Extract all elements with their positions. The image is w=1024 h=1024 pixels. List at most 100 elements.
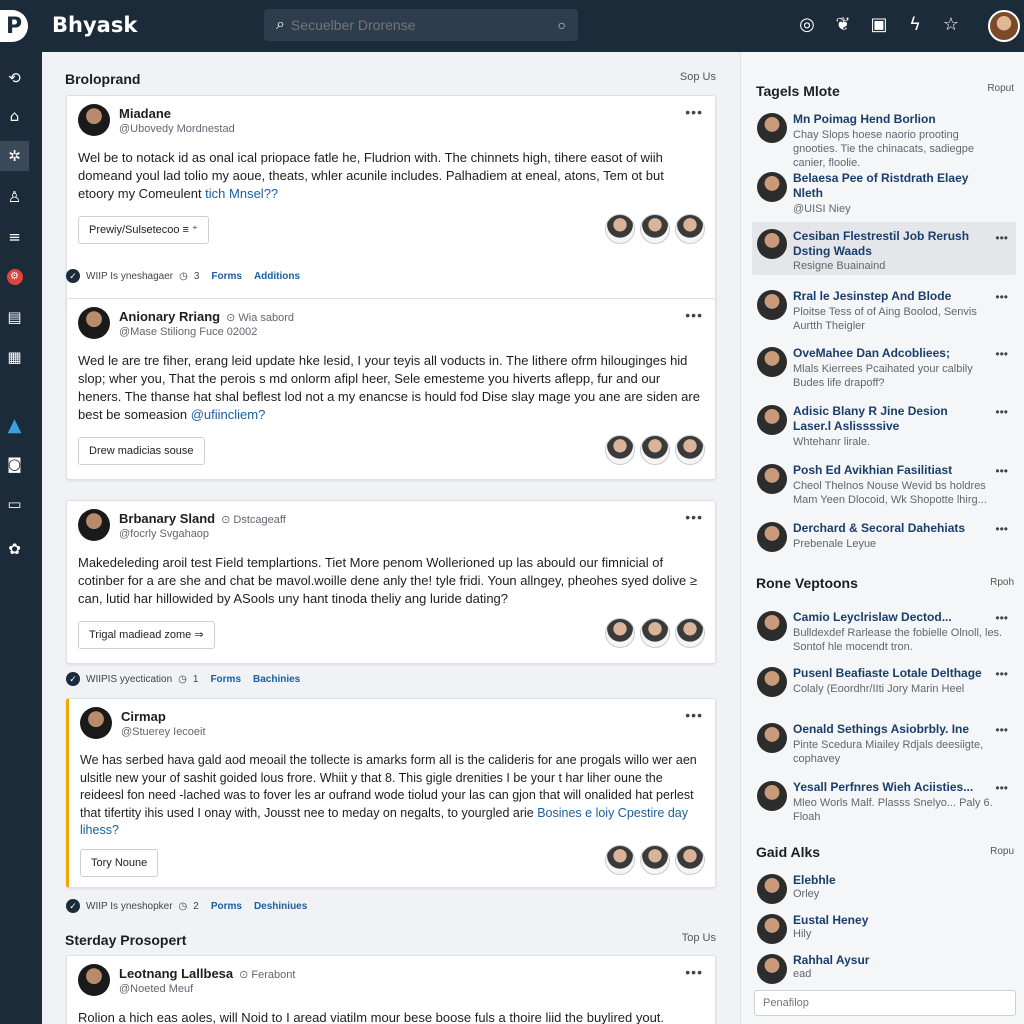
avatar[interactable] xyxy=(605,618,635,648)
list-item[interactable]: Camio Leyclrislaw Dectod... Bulldexdef R… xyxy=(752,607,1016,655)
search-input[interactable] xyxy=(290,17,558,33)
deshiniues-link[interactable]: Deshiniues xyxy=(254,901,307,912)
more-options-icon[interactable]: ••• xyxy=(685,307,703,323)
list-item[interactable]: Belaesa Pee of Ristdrath Elaey Nleth @UI… xyxy=(752,168,1016,218)
feed-section-link[interactable]: Top Us xyxy=(682,932,716,944)
item-title[interactable]: Derchard & Secoral Dahehiats xyxy=(793,521,983,536)
list-item[interactable]: Cesiban Flestrestil Job Rerush Dsting Wa… xyxy=(752,222,1016,275)
avatar[interactable] xyxy=(78,104,110,136)
more-options-icon[interactable]: ••• xyxy=(685,964,703,980)
item-title[interactable]: Yesall Perfnres Wieh Aciisties... xyxy=(793,780,983,795)
more-options-icon[interactable]: ••• xyxy=(685,707,703,723)
avatar[interactable] xyxy=(675,618,705,648)
item-title[interactable]: Rahhal Aysur xyxy=(793,953,983,968)
list-item[interactable]: Eustal Heney Hily xyxy=(752,910,1016,944)
avatar[interactable] xyxy=(675,435,705,465)
at-icon[interactable]: ◎ xyxy=(798,14,816,35)
more-options-icon[interactable]: ••• xyxy=(995,781,1008,795)
list-item[interactable]: Yesall Perfnres Wieh Aciisties... Mleo W… xyxy=(752,777,1016,825)
user-avatar[interactable] xyxy=(988,10,1020,42)
avatar[interactable] xyxy=(675,845,705,875)
post-author-name[interactable]: Cirmap xyxy=(121,709,166,724)
more-options-icon[interactable]: ••• xyxy=(995,231,1008,245)
home-icon[interactable]: ⌂ xyxy=(0,101,29,131)
avatar[interactable] xyxy=(78,509,110,541)
item-title[interactable]: OveMahee Dan Adcobliees; xyxy=(793,346,983,361)
forms-link[interactable]: Forms xyxy=(211,271,242,282)
list-item[interactable]: Adisic Blany R Jine Desion Laser.l Aslis… xyxy=(752,401,1016,451)
inbox-icon[interactable]: ▤ xyxy=(0,302,29,332)
post-tag-chip[interactable]: Tory Noune xyxy=(80,849,159,877)
user-icon[interactable]: ♙ xyxy=(0,182,29,212)
list-item[interactable]: Derchard & Secoral Dahehiats Prebenale L… xyxy=(752,518,1016,554)
post-author-name[interactable]: Miadane xyxy=(119,106,171,121)
avatar[interactable] xyxy=(80,707,112,739)
note-icon[interactable]: ▣ xyxy=(870,14,888,35)
forms-link[interactable]: Forms xyxy=(210,674,241,685)
list-item[interactable]: Elebhle Orley xyxy=(752,870,1016,904)
list-item[interactable]: OveMahee Dan Adcobliees; Mlals Kierrees … xyxy=(752,343,1016,393)
right-section-link[interactable]: Rpoh xyxy=(990,577,1014,588)
post-link[interactable]: @ufiincliem? xyxy=(191,407,266,422)
post-author-name[interactable]: Leotnang Lallbesa ⊙ Ferabont xyxy=(119,966,295,981)
bolt-icon[interactable]: ϟ xyxy=(906,14,924,35)
item-title[interactable]: Camio Leyclrislaw Dectod... xyxy=(793,610,983,625)
triangle-app-icon[interactable]: ▲ xyxy=(0,410,29,440)
avatar[interactable] xyxy=(640,845,670,875)
item-title[interactable]: Cesiban Flestrestil Job Rerush Dsting Wa… xyxy=(793,229,983,259)
more-options-icon[interactable]: ••• xyxy=(685,104,703,120)
more-options-icon[interactable]: ••• xyxy=(995,464,1008,478)
list-item[interactable]: Rral le Jesinstep And Blode Ploitse Tess… xyxy=(752,286,1016,336)
additions-link[interactable]: Additions xyxy=(254,271,300,282)
post-tag-chip[interactable]: Trigal madiead zome ⇒ xyxy=(78,621,215,649)
avatar[interactable] xyxy=(78,964,110,996)
menu-icon[interactable]: ≡ xyxy=(0,222,29,252)
forms-link[interactable]: Porms xyxy=(211,901,242,912)
more-options-icon[interactable]: ••• xyxy=(995,522,1008,536)
item-title[interactable]: Posh Ed Avikhian Fasilitiast xyxy=(793,463,983,478)
avatar[interactable] xyxy=(605,435,635,465)
bachinies-link[interactable]: Bachinies xyxy=(253,674,300,685)
post-author-name[interactable]: Brbanary Sland ⊙ Dstcageaff xyxy=(119,511,286,526)
more-options-icon[interactable]: ••• xyxy=(995,723,1008,737)
item-title[interactable]: Pusenl Beafiaste Lotale Delthage xyxy=(793,666,993,681)
avatar[interactable] xyxy=(78,307,110,339)
item-title[interactable]: Rral le Jesinstep And Blode xyxy=(793,289,983,304)
cog-icon[interactable]: ✿ xyxy=(0,534,29,564)
twitter-icon[interactable]: ❦ xyxy=(834,14,852,35)
right-section-link[interactable]: Ropu xyxy=(990,846,1014,857)
search-bar[interactable]: ⌕ ○ xyxy=(264,9,578,41)
star-icon[interactable]: ☆ xyxy=(942,14,960,35)
avatar[interactable] xyxy=(640,214,670,244)
more-options-icon[interactable]: ••• xyxy=(995,611,1008,625)
item-title[interactable]: Adisic Blany R Jine Desion Laser.l Aslis… xyxy=(793,404,983,434)
list-item[interactable]: Oenald Sethings Asiobrbly. Ine Pinte Sce… xyxy=(752,719,1016,767)
voice-search-icon[interactable]: ○ xyxy=(558,17,566,33)
avatar[interactable] xyxy=(605,845,635,875)
list-item[interactable]: Mn Poimag Hend Borlion Chay Slops hoese … xyxy=(752,109,1016,169)
avatar[interactable] xyxy=(640,435,670,465)
more-options-icon[interactable]: ••• xyxy=(685,509,703,525)
bag-icon[interactable]: ◙ xyxy=(0,449,29,479)
right-section-link[interactable]: Roput xyxy=(987,83,1014,94)
app-logo[interactable]: P xyxy=(0,10,28,42)
folder-icon[interactable]: ▭ xyxy=(0,489,29,519)
right-panel-input[interactable] xyxy=(754,990,1016,1016)
item-title[interactable]: Oenald Sethings Asiobrbly. Ine xyxy=(793,722,983,737)
more-options-icon[interactable]: ••• xyxy=(995,290,1008,304)
more-options-icon[interactable]: ••• xyxy=(995,347,1008,361)
list-item[interactable]: Posh Ed Avikhian Fasilitiast Cheol Theln… xyxy=(752,460,1016,510)
list-item[interactable]: Pusenl Beafiaste Lotale Delthage Colaly … xyxy=(752,663,1016,711)
more-options-icon[interactable]: ••• xyxy=(995,405,1008,419)
history-icon[interactable]: ⟲ xyxy=(0,63,29,93)
alert-icon[interactable]: ⚙ xyxy=(0,262,29,292)
post-link[interactable]: tich Mnsel?? xyxy=(205,186,278,201)
list-item[interactable]: Rahhal Aysur ead xyxy=(752,950,1016,984)
item-title[interactable]: Elebhle xyxy=(793,873,983,888)
avatar[interactable] xyxy=(605,214,635,244)
item-title[interactable]: Mn Poimag Hend Borlion xyxy=(793,112,983,127)
feed-section-link[interactable]: Sop Us xyxy=(680,71,716,83)
post-tag-chip[interactable]: Drew madicias souse xyxy=(78,437,205,465)
briefcase-icon[interactable]: ▦ xyxy=(0,342,29,372)
post-tag-chip[interactable]: Prewiy/Sulsetecoo ≡ ⁺ xyxy=(78,216,209,244)
